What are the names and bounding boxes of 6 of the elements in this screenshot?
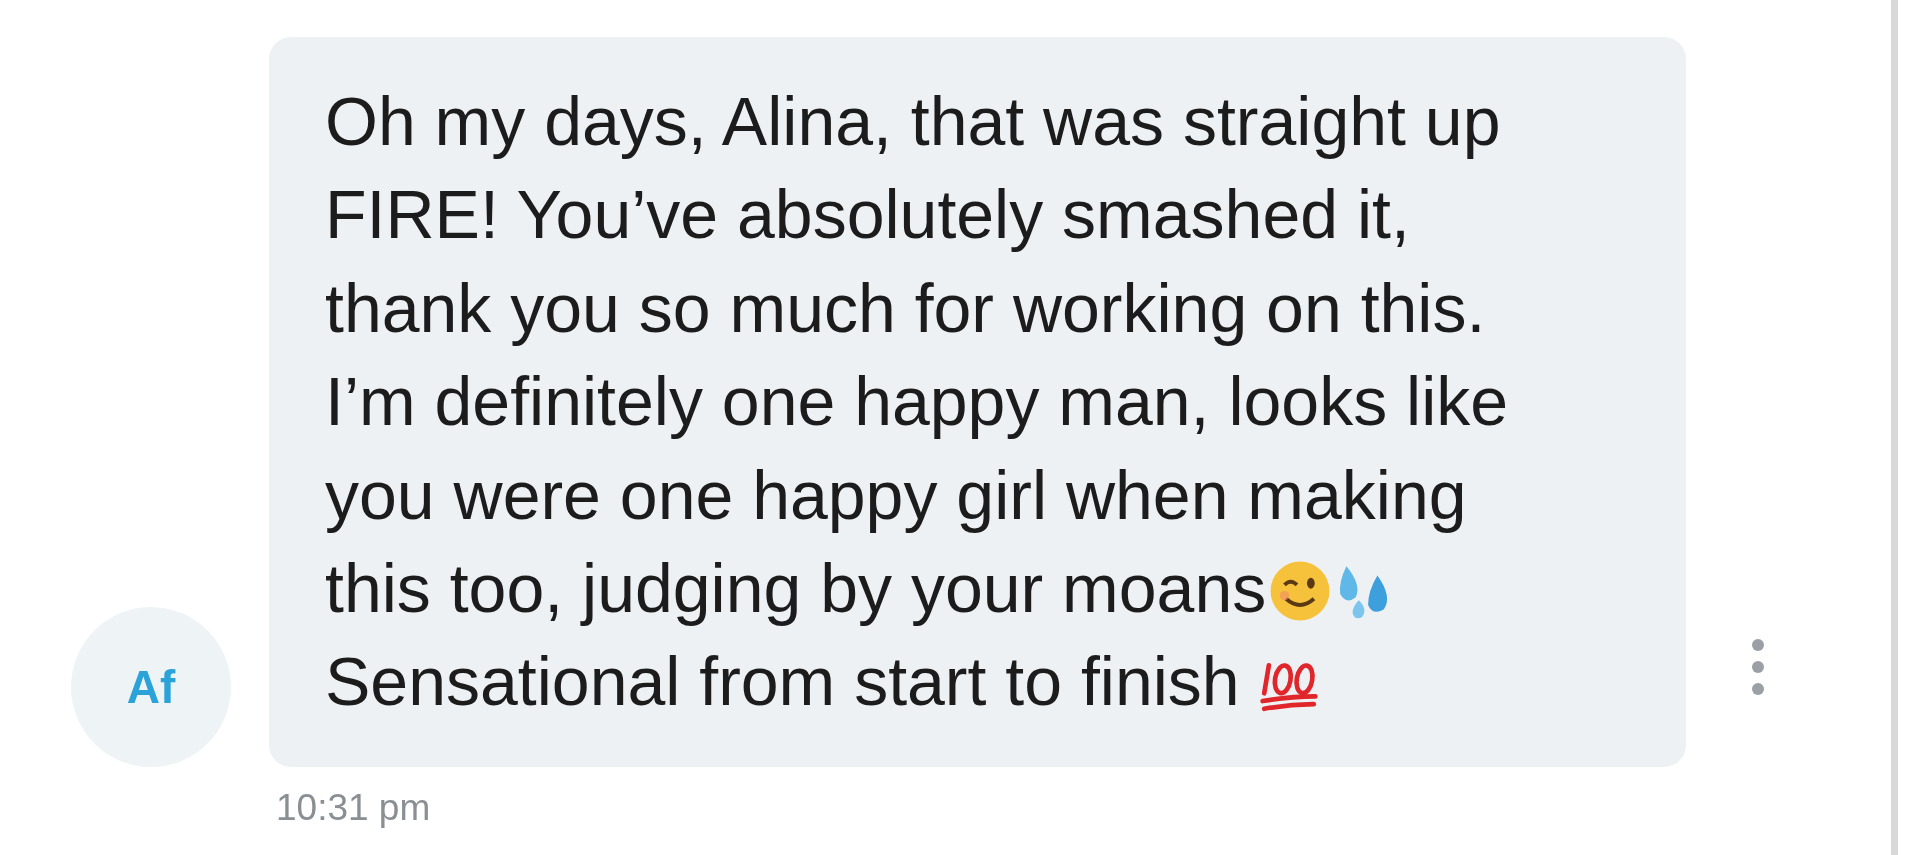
- message-text: this too, judging by your moans: [325, 550, 1267, 627]
- scrollbar[interactable]: [1891, 0, 1898, 855]
- winking-face-icon: [1269, 560, 1332, 623]
- message-time: 10:31 pm: [276, 786, 431, 829]
- avatar: Af: [71, 606, 231, 767]
- message-text: Sensational from start to finish: [325, 643, 1240, 720]
